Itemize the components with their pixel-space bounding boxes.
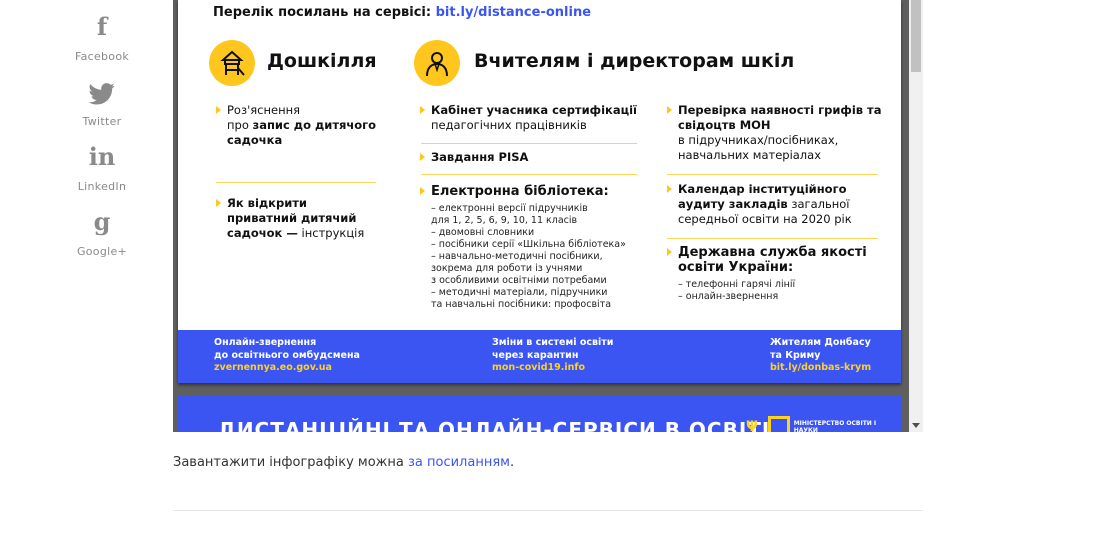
document-viewer[interactable]: Перелік посилань на сервісі: bit.ly/dist… bbox=[173, 0, 923, 432]
footer-text: Жителям Донбасу bbox=[770, 337, 871, 348]
divider bbox=[421, 174, 637, 175]
item-text: про bbox=[227, 118, 253, 132]
library-line: та навчальні посібники: профосвіта bbox=[431, 299, 612, 310]
footer-text: до освітнього омбудсмена bbox=[214, 349, 360, 361]
linkedin-icon: in bbox=[88, 142, 116, 171]
share-label: LinkedIn bbox=[77, 180, 127, 193]
share-label: Twitter bbox=[82, 115, 122, 128]
trident-icon: Ψ bbox=[746, 419, 758, 432]
footer-text: та Криму bbox=[770, 349, 821, 361]
facebook-icon: f bbox=[96, 12, 108, 41]
teachers-item-grif: Перевірка наявності грифів та свідоцтв М… bbox=[667, 103, 883, 163]
share-google-plus[interactable]: g Google+ bbox=[64, 207, 140, 259]
download-tail: . bbox=[509, 455, 515, 470]
footer-ombudsman: Онлайн-звернення до освітнього омбудсмен… bbox=[214, 337, 360, 375]
ministry-name: МІНІСТЕРСТВО ОСВІТИ І НАУКИ bbox=[793, 420, 877, 432]
library-line: – навчально-методичні посібники, bbox=[431, 251, 603, 262]
item-bold: Перевірка наявності грифів та свідоцтв М… bbox=[678, 103, 882, 132]
divider bbox=[216, 182, 376, 183]
item-text: інструкція bbox=[297, 226, 365, 240]
divider bbox=[667, 238, 878, 239]
teachers-item-certification: Кабінет учасника сертифікації педагогічн… bbox=[420, 103, 641, 133]
scrollbar-thumb[interactable] bbox=[911, 0, 921, 72]
library-line: зокрема для роботи із учнями bbox=[431, 263, 583, 274]
download-label: Завантажити інфографіку можна bbox=[173, 455, 408, 470]
footer-link: mon-covid19.info bbox=[492, 362, 586, 373]
share-label: Google+ bbox=[76, 245, 128, 258]
page2-title: ДИСТАНЦІЙНІ ТА ОНЛАЙН-СЕРВІСИ В ОСВІТІ bbox=[218, 418, 771, 432]
item-bold: Кабінет учасника сертифікації bbox=[431, 103, 637, 117]
viewer-scrollbar[interactable] bbox=[909, 0, 923, 432]
item-text: педагогічних працівників bbox=[431, 118, 587, 132]
twitter-icon bbox=[64, 79, 140, 105]
library-list: – електронні версії підручників для 1, 2… bbox=[431, 203, 651, 311]
scroll-down-arrow-icon[interactable] bbox=[912, 423, 920, 428]
divider bbox=[173, 510, 923, 511]
preschool-item-enrollment: Роз'яснення про запис до дитячого садочк… bbox=[216, 103, 377, 148]
share-label: Facebook bbox=[74, 50, 130, 63]
library-line: для 1, 2, 5, 6, 9, 10, 11 класів bbox=[431, 215, 578, 226]
item-bold: Державна служба якості освіти України: bbox=[678, 245, 867, 275]
quality-list: – телефонні гарячі лінії – онлайн-зверне… bbox=[678, 279, 883, 303]
preschool-title: Дошкілля bbox=[267, 50, 377, 72]
footer-text: через карантин bbox=[492, 349, 579, 361]
footer-link: zvernennya.eo.gov.ua bbox=[214, 362, 332, 373]
links-heading: Перелік посилань на сервісі: bit.ly/dist… bbox=[213, 5, 591, 20]
library-line: – посібники серії «Шкільна бібліотека» bbox=[431, 239, 626, 250]
share-linkedin[interactable]: in LinkedIn bbox=[64, 142, 140, 194]
infographic-page: Перелік посилань на сервісі: bit.ly/dist… bbox=[178, 0, 901, 383]
teachers-item-pisa: Завдання PISA bbox=[420, 150, 641, 165]
share-twitter[interactable]: Twitter bbox=[64, 79, 140, 128]
quality-line: – онлайн-звернення bbox=[678, 291, 779, 302]
quality-line: – телефонні гарячі лінії bbox=[678, 279, 796, 290]
divider bbox=[421, 143, 637, 144]
download-link[interactable]: за посиланням bbox=[408, 455, 510, 470]
item-bold: Електронна бібліотека: bbox=[431, 184, 609, 199]
infographic-page-2: ДИСТАНЦІЙНІ ТА ОНЛАЙН-СЕРВІСИ В ОСВІТІ Ψ… bbox=[178, 396, 901, 432]
share-facebook[interactable]: f Facebook bbox=[64, 12, 140, 64]
library-line: з особливими освітніми потребами bbox=[431, 275, 607, 286]
item-bold: Завдання PISA bbox=[431, 150, 529, 164]
footer-text: Онлайн-звернення bbox=[214, 337, 317, 348]
item-text: в підручниках/посібниках, навчальних мат… bbox=[678, 133, 839, 162]
share-sidebar: f Facebook Twitter in LinkedIn g Google+ bbox=[64, 14, 140, 274]
library-line: – двомовні словники bbox=[431, 227, 535, 238]
library-line: – методичні матеріали, підручники bbox=[431, 287, 608, 298]
footer-covid: Зміни в системі освіти через карантин mo… bbox=[492, 337, 613, 375]
teachers-item-quality: Державна служба якості освіти України: –… bbox=[667, 245, 883, 303]
teachers-item-audit: Календар інституційного аудиту закладів … bbox=[667, 182, 883, 227]
divider bbox=[667, 174, 878, 175]
library-line: – електронні версії підручників bbox=[431, 203, 588, 214]
google-plus-icon: g bbox=[93, 207, 111, 236]
links-url: bit.ly/distance-online bbox=[435, 5, 592, 20]
ministry-logo-mark bbox=[767, 416, 790, 432]
footer-text: Зміни в системі освіти bbox=[492, 337, 614, 348]
preschool-item-private: Як відкрити приватний дитячий садочок — … bbox=[216, 196, 377, 241]
links-heading-text: Перелік посилань на сервісі: bbox=[213, 5, 432, 20]
playground-icon bbox=[209, 40, 255, 86]
footer-donbas: Жителям Донбасу та Криму bit.ly/donbas-k… bbox=[770, 337, 871, 375]
teacher-icon bbox=[414, 40, 460, 86]
item-text: Роз'яснення bbox=[227, 103, 301, 117]
download-text: Завантажити інфографіку можна за посилан… bbox=[173, 455, 514, 470]
teachers-title: Вчителям і директорам шкіл bbox=[474, 50, 795, 72]
teachers-item-library: Електронна бібліотека: – електронні верс… bbox=[420, 184, 651, 311]
infographic-footer: Онлайн-звернення до освітнього омбудсмен… bbox=[178, 330, 901, 383]
footer-link: bit.ly/donbas-krym bbox=[770, 362, 872, 373]
ministry-logo: Ψ МІНІСТЕРСТВО ОСВІТИ І НАУКИ bbox=[746, 416, 901, 432]
